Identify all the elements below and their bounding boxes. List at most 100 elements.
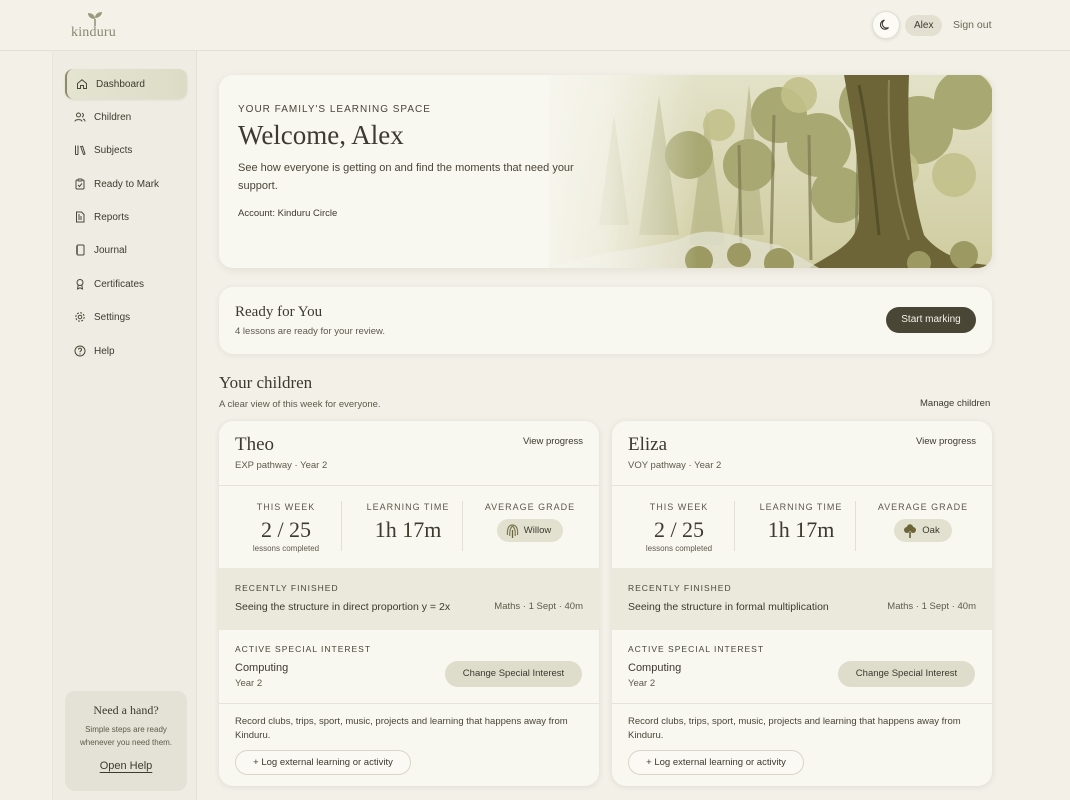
learning-time-stat: LEARNING TIME 1h 17m (740, 485, 862, 567)
users-icon (74, 112, 86, 122)
sidebar-item-reports[interactable]: Reports (65, 202, 187, 232)
clipboard-check-icon (75, 178, 85, 190)
books-icon (75, 145, 86, 156)
interest-label: ACTIVE SPECIAL INTEREST (628, 644, 765, 654)
top-bar: kinduru Alex Sign out (0, 0, 1070, 51)
stat-value: 1h 17m (767, 517, 835, 542)
stat-value: 2 / 25 (260, 517, 312, 542)
divider (612, 703, 992, 704)
this-week-stat: THIS WEEK 2 / 25 lessons completed (225, 485, 347, 567)
stat-label: LEARNING TIME (759, 502, 843, 512)
sidebar: Dashboard Children Subjects Ready to Mar… (52, 51, 197, 800)
sidebar-item-label: Settings (94, 311, 131, 323)
grade-label: Oak (922, 525, 940, 536)
average-grade-stat: AVERAGE GRADE Willow (469, 485, 591, 567)
recent-lesson-title[interactable]: Seeing the structure in formal multiplic… (628, 601, 829, 613)
stat-value: 2 / 25 (653, 517, 705, 542)
hero-title: Welcome, Alex (238, 120, 404, 150)
start-marking-button[interactable]: Start marking (886, 307, 976, 333)
ready-description: 4 lessons are ready for your review. (235, 326, 385, 337)
log-external-learning-button[interactable]: + Log external learning or activity (235, 750, 411, 775)
sidebar-item-dashboard[interactable]: Dashboard (65, 69, 187, 99)
ready-title: Ready for You (235, 304, 323, 320)
sidebar-item-children[interactable]: Children (65, 102, 187, 132)
average-grade-stat: AVERAGE GRADE Oak (862, 485, 984, 567)
welcome-hero: YOUR FAMILY'S LEARNING SPACE Welcome, Al… (219, 75, 992, 268)
child-pathway: VOY pathway · Year 2 (628, 460, 722, 471)
user-menu[interactable]: Alex (905, 15, 943, 36)
recent-lesson-title[interactable]: Seeing the structure in direct proportio… (235, 601, 450, 613)
recently-finished: RECENTLY FINISHED Seeing the structure i… (612, 568, 992, 630)
stat-label: THIS WEEK (256, 502, 316, 512)
hero-eyebrow: YOUR FAMILY'S LEARNING SPACE (238, 104, 431, 115)
sprout-icon (88, 12, 102, 26)
moon-icon (880, 19, 889, 30)
sidebar-item-help[interactable]: Help (65, 336, 187, 366)
external-learning-text: Record clubs, trips, sport, music, proje… (235, 716, 568, 741)
recent-lesson-meta: Maths · 1 Sept · 40m (887, 601, 976, 612)
stat-value: 1h 17m (374, 517, 442, 542)
grade-label: Willow (523, 525, 552, 536)
sidebar-item-label: Reports (94, 211, 130, 223)
help-card: Need a hand? Simple steps are ready when… (65, 691, 187, 791)
sidebar-item-label: Certificates (94, 278, 145, 290)
sidebar-item-label: Dashboard (96, 78, 145, 90)
interest-name: Computing (235, 662, 289, 674)
child-name: Theo (235, 434, 275, 455)
stat-label: AVERAGE GRADE (484, 502, 576, 512)
sidebar-item-label: Journal (94, 244, 127, 256)
divider (462, 501, 463, 551)
account-name: Account: Kinduru Circle (238, 208, 338, 219)
logo[interactable]: kinduru (71, 12, 121, 42)
recent-label: RECENTLY FINISHED (628, 583, 732, 593)
sidebar-item-label: Children (94, 111, 132, 123)
child-pathway: EXP pathway · Year 2 (235, 460, 328, 471)
interest-year: Year 2 (235, 678, 263, 689)
view-progress-link[interactable]: View progress (916, 436, 976, 447)
sidebar-item-settings[interactable]: Settings (65, 302, 187, 332)
interest-name: Computing (628, 662, 682, 674)
document-icon (76, 211, 85, 223)
stat-label: LEARNING TIME (366, 502, 450, 512)
child-card: Theo EXP pathway · Year 2 View progress … (219, 421, 599, 786)
sidebar-item-journal[interactable]: Journal (65, 235, 187, 265)
view-progress-link[interactable]: View progress (523, 436, 583, 447)
help-card-description: Simple steps are ready whenever you need… (79, 725, 173, 747)
sidebar-item-label: Help (94, 345, 115, 357)
divider (734, 501, 735, 551)
sign-out-link[interactable]: Sign out (953, 19, 992, 31)
sidebar-item-label: Subjects (94, 144, 133, 156)
home-icon (77, 79, 87, 89)
stat-label: THIS WEEK (649, 502, 709, 512)
log-external-learning-button[interactable]: + Log external learning or activity (628, 750, 804, 775)
children-section-subtitle: A clear view of this week for everyone. (219, 399, 381, 410)
sidebar-item-subjects[interactable]: Subjects (65, 135, 187, 165)
theme-toggle-button[interactable] (872, 11, 900, 39)
stat-sub: lessons completed (645, 544, 713, 553)
recent-label: RECENTLY FINISHED (235, 583, 339, 593)
grade-badge: Willow (496, 519, 564, 542)
child-card: Eliza VOY pathway · Year 2 View progress… (612, 421, 992, 786)
willow-tree-icon (506, 523, 518, 538)
divider (855, 501, 856, 551)
children-section-title: Your children (219, 373, 313, 392)
gear-icon (75, 312, 85, 322)
change-special-interest-button[interactable]: Change Special Interest (838, 661, 975, 687)
child-name: Eliza (628, 434, 668, 455)
manage-children-link[interactable]: Manage children (920, 398, 990, 409)
external-learning-text: Record clubs, trips, sport, music, proje… (628, 716, 961, 741)
stat-label: AVERAGE GRADE (877, 502, 969, 512)
open-help-link[interactable]: Open Help (65, 760, 187, 772)
divider (219, 703, 599, 704)
interest-year: Year 2 (628, 678, 656, 689)
sidebar-item-ready-to-mark[interactable]: Ready to Mark (65, 169, 187, 199)
this-week-stat: THIS WEEK 2 / 25 lessons completed (618, 485, 740, 567)
help-circle-icon (74, 345, 86, 357)
sidebar-item-certificates[interactable]: Certificates (65, 269, 187, 299)
sidebar-item-label: Ready to Mark (94, 178, 160, 190)
interest-label: ACTIVE SPECIAL INTEREST (235, 644, 372, 654)
recently-finished: RECENTLY FINISHED Seeing the structure i… (219, 568, 599, 630)
change-special-interest-button[interactable]: Change Special Interest (445, 661, 582, 687)
award-icon (76, 279, 84, 290)
oak-tree-icon (904, 523, 917, 538)
